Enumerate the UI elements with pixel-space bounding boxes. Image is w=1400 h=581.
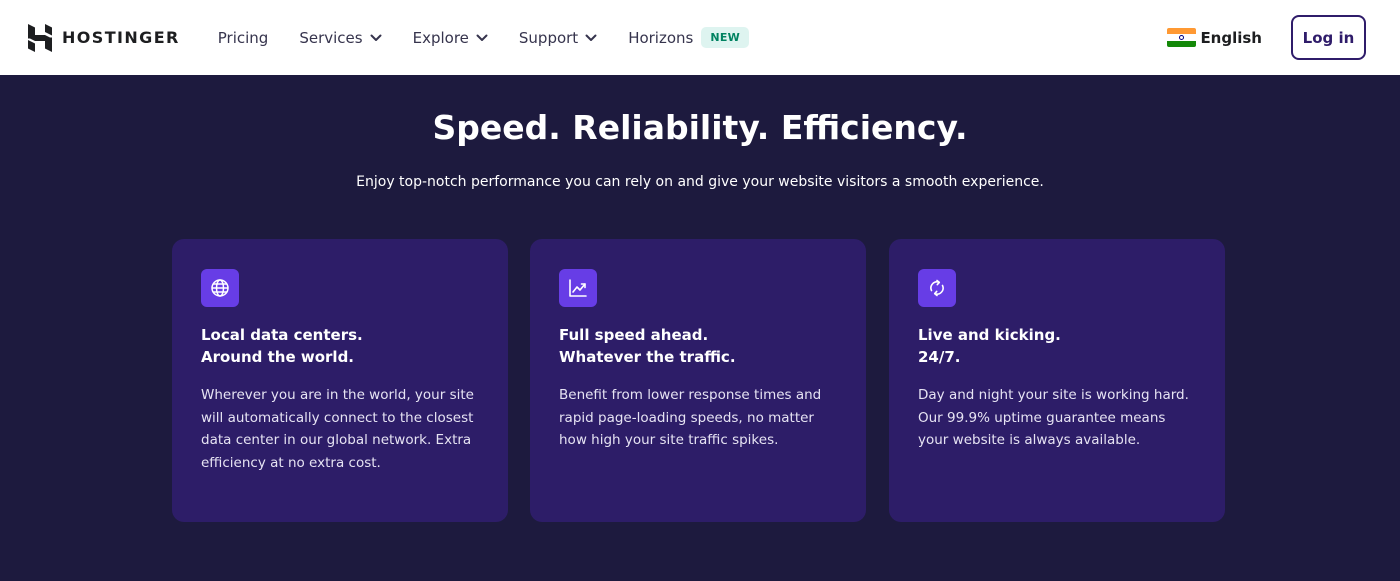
hostinger-logo-icon: [28, 23, 52, 52]
nav-item-horizons[interactable]: Horizons NEW: [628, 27, 750, 48]
header-actions: English Log in: [1167, 15, 1366, 60]
nav-item-label: Explore: [412, 28, 469, 47]
page-title: Speed. Reliability. Efficiency.: [432, 108, 968, 147]
chevron-down-icon: [585, 34, 597, 41]
card-description: Benefit from lower response times and ra…: [559, 387, 822, 448]
nav-item-label: Support: [518, 28, 579, 47]
card-description: Wherever you are in the world, your site…: [201, 387, 474, 471]
page-subtitle: Enjoy top-notch performance you can rely…: [356, 174, 1044, 190]
india-flag-icon: [1167, 28, 1197, 47]
main-nav: Pricing Services Explore Support Horizon…: [218, 27, 780, 48]
card-title-line: Live and kicking.: [918, 326, 1061, 344]
feature-card-data-centers: Local data centers. Around the world. Wh…: [172, 239, 508, 522]
nav-item-services[interactable]: Services: [299, 28, 382, 47]
top-navbar: HOSTINGER Pricing Services Explore Suppo…: [0, 0, 1400, 75]
feature-card-uptime: Live and kicking. 24/7. Day and night yo…: [889, 239, 1225, 522]
language-label: English: [1200, 28, 1262, 47]
card-title-line: Local data centers.: [201, 326, 363, 344]
nav-item-pricing[interactable]: Pricing: [218, 29, 269, 47]
brand-name: HOSTINGER: [62, 28, 180, 47]
card-title-line: Around the world.: [201, 348, 355, 366]
nav-item-explore[interactable]: Explore: [413, 29, 488, 47]
card-title: Full speed ahead. Whatever the traffic.: [559, 324, 837, 368]
new-badge: NEW: [701, 27, 750, 48]
nav-item-label: Horizons: [628, 28, 694, 47]
chevron-down-icon: [476, 34, 488, 41]
trend-chart-icon: [559, 269, 597, 307]
card-title: Local data centers. Around the world.: [201, 324, 479, 368]
feature-card-speed: Full speed ahead. Whatever the traffic. …: [530, 239, 866, 522]
nav-item-label: Pricing: [217, 28, 269, 47]
language-selector[interactable]: English: [1167, 28, 1262, 47]
card-title-line: 24/7.: [918, 348, 961, 366]
login-button[interactable]: Log in: [1291, 15, 1366, 60]
nav-item-label: Services: [299, 28, 363, 47]
globe-icon: [201, 269, 239, 307]
nav-item-support[interactable]: Support: [519, 29, 597, 47]
chevron-down-icon: [370, 34, 382, 41]
card-title-line: Whatever the traffic.: [559, 348, 736, 366]
refresh-icon: [918, 269, 956, 307]
card-title-line: Full speed ahead.: [559, 326, 709, 344]
card-title: Live and kicking. 24/7.: [918, 324, 1196, 368]
card-description: Day and night your site is working hard.…: [918, 387, 1189, 448]
brand-logo[interactable]: HOSTINGER: [28, 23, 180, 52]
